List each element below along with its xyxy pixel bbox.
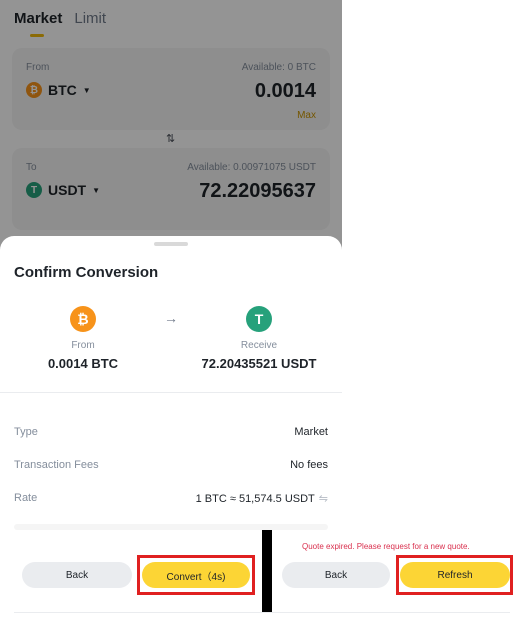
btc-icon: ₿ <box>70 306 96 332</box>
sheet-title: Confirm Conversion <box>14 264 159 281</box>
detail-value: No fees <box>290 459 328 471</box>
back-button[interactable]: Back <box>282 562 390 588</box>
detail-row-rate: Rate 1 BTC ≈ 51,574.5 USDT ⇋ <box>14 492 328 505</box>
receive-label: Receive <box>240 340 278 351</box>
panel-separator <box>262 530 272 612</box>
swap-rate-icon[interactable]: ⇋ <box>319 493 328 505</box>
detail-key: Transaction Fees <box>14 459 99 471</box>
usdt-icon: T <box>246 306 272 332</box>
divider <box>0 392 342 393</box>
sheet-drag-handle[interactable] <box>154 242 188 246</box>
receive-value: 72.20435521 USDT <box>201 356 317 371</box>
highlight-box <box>396 555 513 595</box>
rate-value-wrap: 1 BTC ≈ 51,574.5 USDT ⇋ <box>196 492 328 505</box>
from-value: 0.0014 BTC <box>47 356 119 371</box>
detail-row-type: Type Market <box>14 426 328 438</box>
from-label: From <box>71 340 95 351</box>
scroll-hint <box>14 524 328 530</box>
highlight-box <box>137 555 255 595</box>
arrow-right-icon: → <box>164 310 178 326</box>
market-screen: Market Limit From Available: 0 BTC ₿ BTC… <box>0 0 342 623</box>
detail-value: 1 BTC ≈ 51,574.5 USDT <box>195 493 315 505</box>
back-button[interactable]: Back <box>22 562 132 588</box>
quote-expired-message: Quote expired. Please request for a new … <box>302 542 470 551</box>
detail-row-fees: Transaction Fees No fees <box>14 459 328 471</box>
detail-key: Rate <box>14 492 38 504</box>
detail-key: Type <box>14 426 38 438</box>
detail-value: Market <box>294 426 328 438</box>
divider <box>278 612 510 613</box>
